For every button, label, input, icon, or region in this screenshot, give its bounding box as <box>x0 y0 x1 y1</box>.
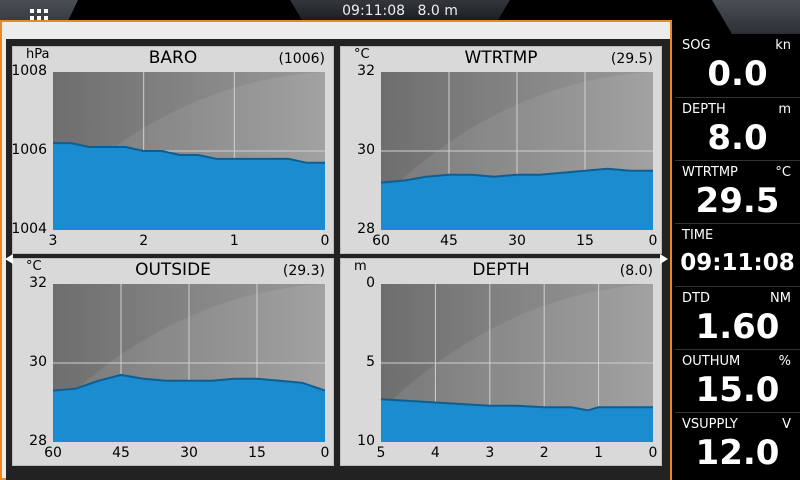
data-cell-value: 8.0 <box>707 118 768 158</box>
data-cell-label: DEPTH <box>682 102 726 117</box>
x-tick-label: 5 <box>376 445 386 461</box>
status-depth: 8.0 m <box>417 3 458 19</box>
chart-unit: °C <box>354 47 370 62</box>
chart-current-value: (29.5) <box>610 51 653 67</box>
x-tick-label: 2 <box>539 445 549 461</box>
chart-current-value: (29.3) <box>282 263 325 279</box>
x-tick-label: 1 <box>229 233 239 249</box>
x-tick-label: 0 <box>648 445 658 461</box>
data-cell-label: VSUPPLY <box>682 417 738 432</box>
top-bar: 09:11:08 8.0 m <box>0 0 800 36</box>
x-tick-label: 60 <box>372 233 390 249</box>
x-tick-label: 3 <box>48 233 58 249</box>
x-tick-label: 0 <box>648 233 658 249</box>
data-cell-wtrtmp[interactable]: WTRTMP °C 29.5 <box>675 160 800 223</box>
y-tick-label: 30 <box>357 142 375 158</box>
data-cell-unit: % <box>778 354 791 369</box>
data-cell-outhum[interactable]: OUTHUM% 15.0 <box>675 349 800 412</box>
x-tick-label: 4 <box>430 445 440 461</box>
data-cell-depth[interactable]: DEPTH m 8.0 <box>675 97 800 160</box>
chart-baro[interactable]: BARO hPa (1006) 1008 1006 1004 3 2 1 0 <box>11 46 334 254</box>
chart-unit: hPa <box>26 47 50 62</box>
x-tick-label: 2 <box>139 233 149 249</box>
x-tick-label: 3 <box>485 445 495 461</box>
chart-current-value: (8.0) <box>619 263 653 279</box>
data-cell-unit: NM <box>770 291 791 306</box>
data-cell-value: 29.5 <box>695 181 780 221</box>
chart-plot-area[interactable] <box>381 72 653 230</box>
data-cell-unit: °C <box>775 165 791 180</box>
chart-unit: °C <box>26 259 42 274</box>
status-readout: 09:11:08 8.0 m <box>290 0 510 22</box>
data-cell-value: 12.0 <box>695 433 780 473</box>
scroll-right-arrow-icon[interactable] <box>660 254 668 264</box>
chart-current-value: (1006) <box>278 51 325 67</box>
y-tick-label: 5 <box>366 354 375 370</box>
chart-depth[interactable]: DEPTH m (8.0) 0 5 10 5 4 3 2 1 0 <box>340 258 662 466</box>
y-tick-label: 0 <box>366 275 375 291</box>
data-cell-dtd[interactable]: DTD NM 1.60 <box>675 286 800 349</box>
data-cell-value: 09:11:08 <box>680 250 795 276</box>
chart-unit: m <box>354 259 367 274</box>
x-tick-label: 1 <box>594 445 604 461</box>
status-time: 09:11:08 <box>342 3 406 19</box>
scroll-left-arrow-icon[interactable] <box>5 254 13 264</box>
data-cell-label: SOG <box>682 38 711 53</box>
menu-tab[interactable] <box>712 0 800 36</box>
x-tick-label: 45 <box>112 445 130 461</box>
y-tick-label: 32 <box>29 275 47 291</box>
chart-wtrtmp[interactable]: WTRTMP °C (29.5) 32 30 28 60 45 30 15 0 <box>340 46 662 254</box>
data-cell-label: WTRTMP <box>682 165 738 180</box>
y-tick-label: 1008 <box>11 63 47 79</box>
data-cell-time[interactable]: TIME 09:11:08 <box>675 223 800 286</box>
data-cell-label: TIME <box>682 228 714 243</box>
data-cell-unit: V <box>782 417 791 432</box>
chart-title: DEPTH <box>472 260 530 280</box>
x-tick-label: 15 <box>576 233 594 249</box>
y-tick-label: 1006 <box>11 142 47 158</box>
x-tick-label: 60 <box>44 445 62 461</box>
x-tick-label: 45 <box>440 233 458 249</box>
y-tick-label: 32 <box>357 63 375 79</box>
chart-panel: BARO hPa (1006) 1008 1006 1004 3 2 1 0 WTRTMP °C (29… <box>0 20 672 480</box>
chart-plot-area[interactable] <box>53 72 325 230</box>
x-tick-label: 30 <box>180 445 198 461</box>
chart-plot-area[interactable] <box>381 284 653 442</box>
data-cell-sog[interactable]: SOG kn 0.0 <box>675 34 800 97</box>
chart-outside[interactable]: OUTSIDE °C (29.3) 32 30 28 60 45 30 15 0 <box>12 258 334 466</box>
data-cell-value: 0.0 <box>707 54 768 94</box>
data-cell-label: DTD <box>682 291 710 306</box>
data-column: SOG kn 0.0 DEPTH m 8.0 WTRTMP °C 29.5 TIME 09:11:0… <box>675 34 800 480</box>
x-tick-label: 30 <box>508 233 526 249</box>
data-cell-unit: kn <box>775 38 791 53</box>
y-tick-label: 30 <box>29 354 47 370</box>
data-cell-unit: m <box>778 102 791 117</box>
data-cell-value: 15.0 <box>695 370 780 410</box>
chart-plot-area[interactable] <box>53 284 325 442</box>
data-cell-label: OUTHUM <box>682 354 741 369</box>
data-cell-value: 1.60 <box>695 307 780 347</box>
x-tick-label: 15 <box>248 445 266 461</box>
data-cell-vsupply[interactable]: VSUPPLY V 12.0 <box>675 412 800 475</box>
series-area <box>53 374 325 442</box>
